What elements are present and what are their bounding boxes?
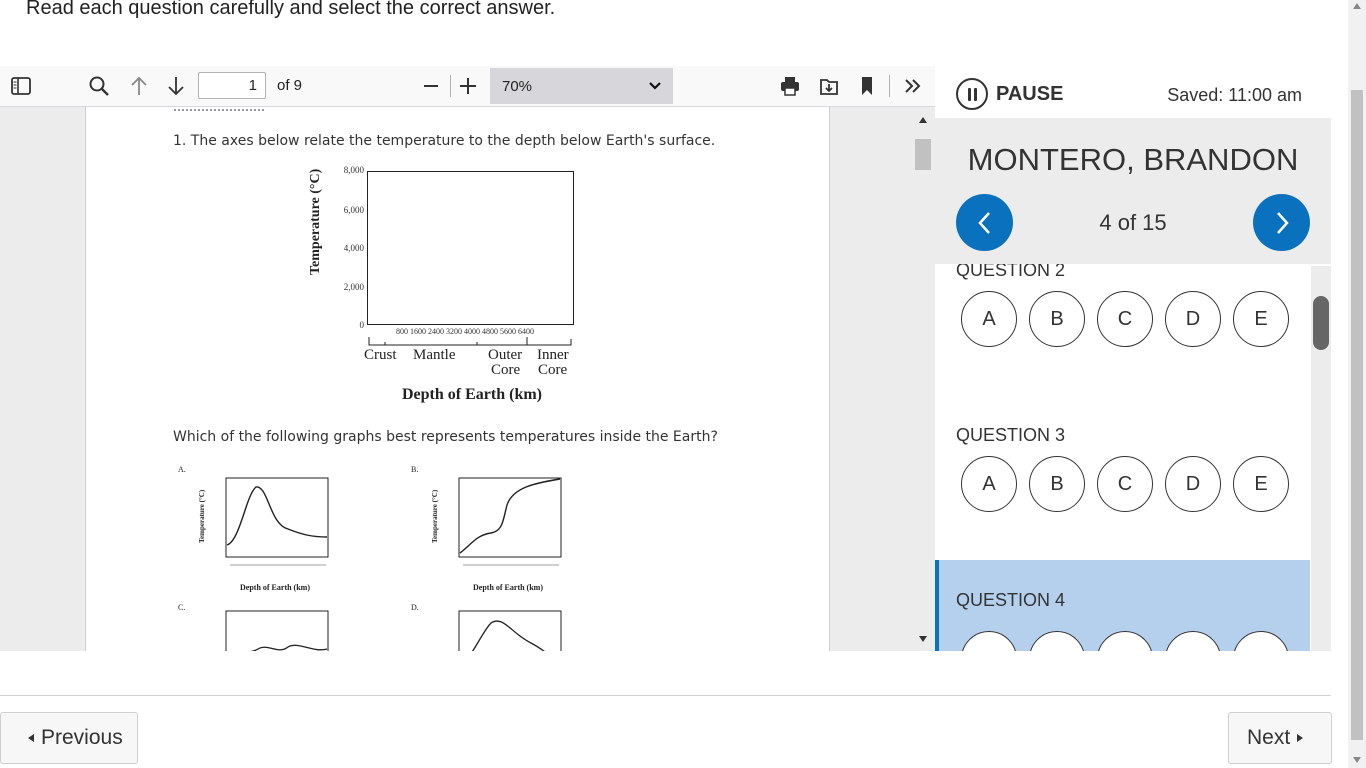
- y-tick: 8,000: [343, 165, 364, 175]
- choice-d[interactable]: D: [1165, 291, 1221, 347]
- choice-b[interactable]: B: [1029, 456, 1085, 512]
- blank-axes-figure: 8,000 6,000 4,000 2,000 0 Temperature (°…: [308, 165, 586, 415]
- question-title: QUESTION 4: [956, 590, 1066, 610]
- chevron-right-icon: [1276, 211, 1289, 234]
- zoom-select[interactable]: 70%: [490, 68, 673, 104]
- footer-divider: [0, 695, 1331, 696]
- panel-header: PAUSE Saved: 11:00 am: [935, 66, 1331, 118]
- graph-c-curve: [225, 610, 329, 651]
- page-scrollbar-thumb[interactable]: [1351, 90, 1363, 740]
- layer-inner: Inner: [537, 347, 569, 363]
- choice-a[interactable]: [961, 631, 1017, 651]
- pdf-scrollbar-track: [915, 117, 931, 642]
- pause-button[interactable]: PAUSE: [956, 78, 1063, 110]
- y-tick: 2,000: [343, 282, 364, 292]
- question-stem: 1. The axes below relate the temperature…: [173, 133, 716, 149]
- caret-right-icon: [1297, 734, 1304, 742]
- pdf-viewer: of 9 70% 1. The axes below relat: [0, 66, 935, 651]
- option-caption: Depth of Earth (km): [240, 583, 310, 592]
- choice-c[interactable]: C: [1097, 291, 1153, 347]
- choice-b[interactable]: [1029, 631, 1085, 651]
- cut-off-text: [174, 101, 264, 111]
- question-list-scrollbar[interactable]: [1311, 266, 1331, 651]
- option-c-graph: C.: [178, 603, 378, 651]
- layer-crust: Crust: [364, 347, 397, 363]
- choice-e[interactable]: E: [1233, 456, 1289, 512]
- graph-a-curve: [225, 477, 329, 566]
- choice-d[interactable]: [1165, 631, 1221, 651]
- y-tick: 6,000: [343, 205, 364, 215]
- next-button[interactable]: Next: [1228, 712, 1332, 764]
- zoom-out-icon[interactable]: [420, 72, 442, 100]
- chevron-down-icon: [649, 78, 661, 95]
- pause-label: PAUSE: [996, 82, 1064, 105]
- scroll-up-icon[interactable]: [1353, 3, 1361, 9]
- y-axis-label: Temperature (°C): [308, 168, 323, 275]
- choice-d[interactable]: D: [1165, 456, 1221, 512]
- plot-area: [367, 171, 574, 325]
- option-b-graph: B. Temperature (°C) Depth of Earth (km): [411, 465, 611, 605]
- page-scrollbar[interactable]: [1348, 0, 1366, 768]
- page-count-label: of 9: [277, 77, 303, 94]
- graph-d-curve: [458, 610, 562, 651]
- option-a-graph: A. Temperature (°C) Depth of Earth (km): [178, 465, 378, 605]
- pdf-scrollbar[interactable]: [912, 107, 934, 651]
- next-question-button[interactable]: [1253, 194, 1310, 251]
- question-list: QUESTION 2 A B C D E QUESTION 3 A B C D …: [935, 264, 1310, 651]
- y-tick: 4,000: [343, 243, 364, 253]
- save-icon[interactable]: [816, 72, 842, 100]
- saved-status: Saved: 11:00 am: [1167, 85, 1302, 105]
- question-panel: PAUSE Saved: 11:00 am MONTERO, BRANDON 4…: [935, 66, 1331, 651]
- layer-inner-core: Core: [538, 362, 568, 378]
- graph-b-curve: [458, 477, 562, 566]
- instructions-text: Read each question carefully and select …: [26, 0, 556, 19]
- x-axis-label: Depth of Earth (km): [402, 386, 542, 403]
- previous-button[interactable]: Previous: [0, 712, 138, 764]
- mini-y-label: Temperature (°C): [431, 489, 439, 543]
- y-tick: 0: [359, 320, 365, 330]
- choice-a[interactable]: A: [961, 291, 1017, 347]
- question-block-2: QUESTION 2 A B C D E: [935, 264, 1310, 419]
- caret-left-icon: [28, 734, 34, 742]
- choice-b[interactable]: B: [1029, 291, 1085, 347]
- choice-a[interactable]: A: [961, 456, 1017, 512]
- choice-c[interactable]: C: [1097, 456, 1153, 512]
- pdf-page: 1. The axes below relate the temperature…: [85, 107, 830, 651]
- question-prompt: Which of the following graphs best repre…: [173, 429, 718, 445]
- option-caption: Depth of Earth (km): [473, 583, 543, 592]
- student-name: MONTERO, BRANDON: [967, 142, 1299, 177]
- choice-e[interactable]: [1233, 631, 1289, 651]
- more-tools-icon[interactable]: [900, 72, 926, 100]
- question-block-4: QUESTION 4: [935, 560, 1310, 651]
- choice-e[interactable]: E: [1233, 291, 1289, 347]
- scroll-down-icon[interactable]: [1353, 757, 1361, 763]
- previous-label: Previous: [41, 726, 123, 749]
- toolbar-separator: [450, 75, 451, 97]
- option-d-graph: D.: [411, 603, 611, 651]
- arrow-down-icon[interactable]: [164, 72, 188, 100]
- layer-outer: Outer: [488, 347, 523, 363]
- next-label: Next: [1247, 726, 1291, 749]
- arrow-up-icon[interactable]: [127, 72, 151, 100]
- bookmark-icon[interactable]: [856, 72, 878, 100]
- toolbar-separator: [889, 75, 890, 97]
- zoom-in-icon[interactable]: [456, 72, 480, 100]
- layer-outer-core: Core: [491, 362, 521, 378]
- choice-c[interactable]: [1097, 631, 1153, 651]
- question-title: QUESTION 3: [956, 425, 1066, 445]
- sidebar-toggle-icon[interactable]: [8, 72, 34, 100]
- pause-icon: [956, 78, 988, 110]
- student-band: MONTERO, BRANDON 4 of 15: [935, 118, 1331, 264]
- print-icon[interactable]: [777, 72, 803, 100]
- pdf-toolbar: of 9 70%: [0, 66, 935, 107]
- layer-mantle: Mantle: [413, 347, 456, 363]
- question-title: QUESTION 2: [956, 264, 1066, 280]
- scrollbar-thumb[interactable]: [1313, 296, 1329, 350]
- mini-y-label: Temperature (°C): [198, 489, 206, 543]
- zoom-value: 70%: [502, 77, 533, 95]
- page-number-input[interactable]: [198, 72, 266, 99]
- search-icon[interactable]: [86, 72, 112, 100]
